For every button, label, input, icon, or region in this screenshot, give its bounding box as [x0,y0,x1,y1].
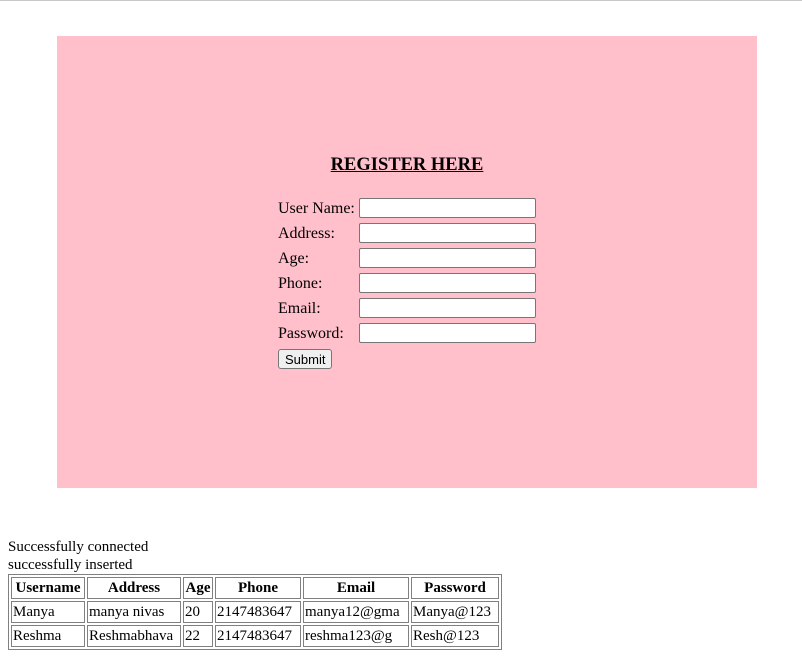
header-phone: Phone [215,577,301,599]
cell-age: 22 [183,625,213,647]
cell-username: Reshma [11,625,85,647]
cell-address: manya nivas [87,601,181,623]
username-input[interactable] [359,198,536,218]
email-input[interactable] [359,298,536,318]
cell-phone: 2147483647 [215,625,301,647]
page-title: REGISTER HERE [330,155,484,175]
cell-age: 20 [183,601,213,623]
cell-username: Manya [11,601,85,623]
cell-password: Resh@123 [411,625,499,647]
header-username: Username [11,577,85,599]
phone-input[interactable] [359,273,536,293]
password-input[interactable] [359,323,536,343]
address-input[interactable] [359,223,536,243]
header-age: Age [183,577,213,599]
status-connected: Successfully connected [8,539,149,555]
cell-address: Reshmabhava [87,625,181,647]
records-table: Username Address Age Phone Email Passwor… [8,574,502,650]
table-header-row: Username Address Age Phone Email Passwor… [11,577,499,599]
address-label: Address: [278,225,335,242]
password-label: Password: [278,325,344,342]
table-row: Manya manya nivas 20 2147483647 manya12@… [11,601,499,623]
age-input[interactable] [359,248,536,268]
username-label: User Name: [278,200,355,217]
email-label: Email: [278,300,321,317]
cell-password: Manya@123 [411,601,499,623]
phone-label: Phone: [278,275,323,292]
header-password: Password [411,577,499,599]
cell-phone: 2147483647 [215,601,301,623]
table-row: Reshma Reshmabhava 22 2147483647 reshma1… [11,625,499,647]
header-email: Email [303,577,409,599]
cell-email: manya12@gma [303,601,409,623]
top-border [0,0,802,1]
status-inserted: successfully inserted [8,557,133,573]
age-label: Age: [278,250,310,267]
submit-button[interactable]: Submit [278,349,333,369]
header-address: Address [87,577,181,599]
cell-email: reshma123@g [303,625,409,647]
